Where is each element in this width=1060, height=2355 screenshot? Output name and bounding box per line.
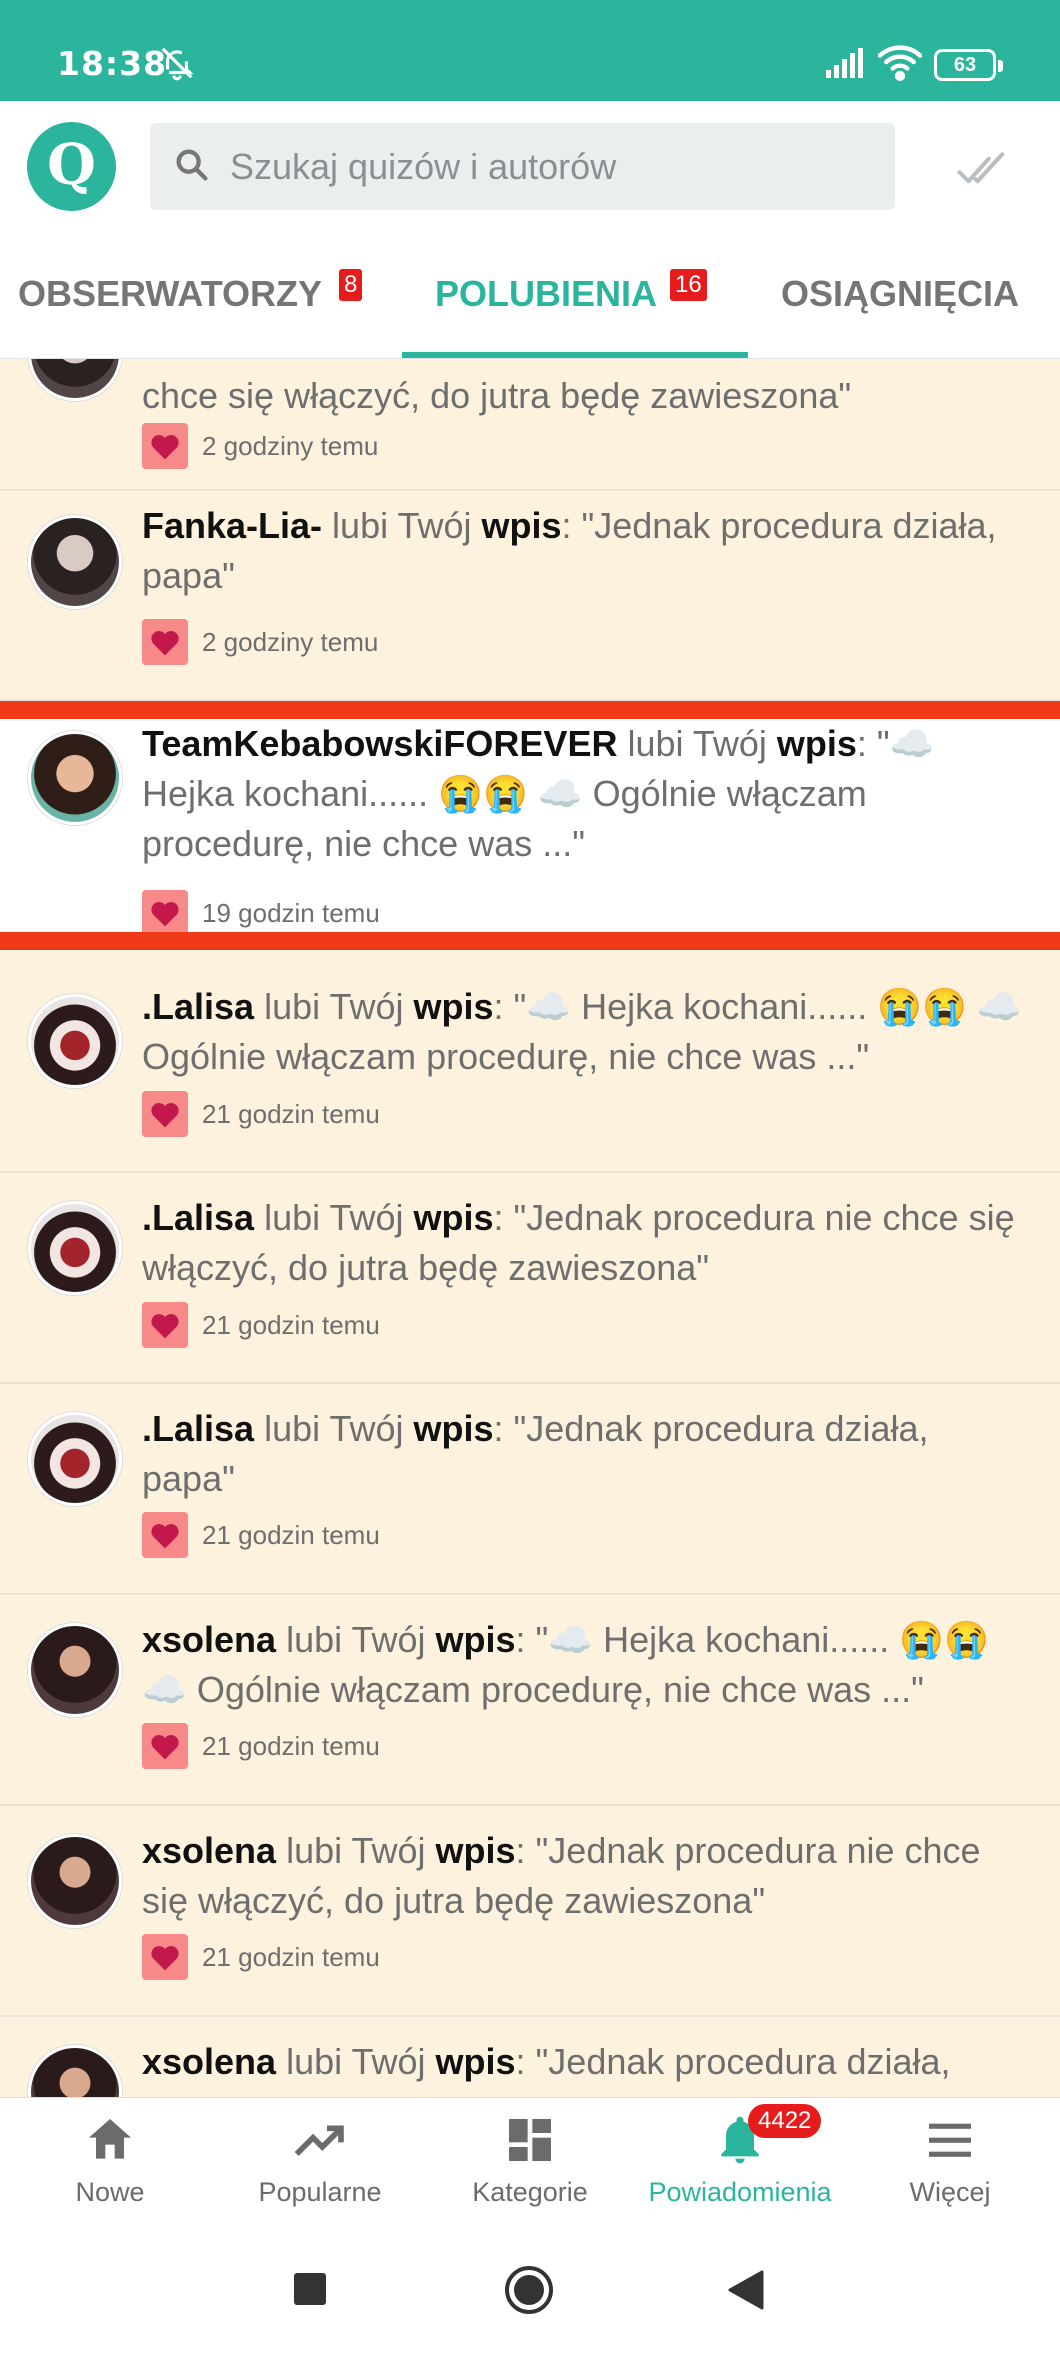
notification-text: .Lalisa lubi Twój wpis: "Jednak procedur… [142, 1197, 1015, 1288]
bell-muted-icon [161, 47, 194, 81]
list-item[interactable]: .Lalisa lubi Twój wpis: "Jednak procedur… [0, 1384, 1060, 1595]
avatar[interactable] [28, 515, 122, 609]
list-item[interactable]: xsolena lubi Twój wpis: "☁️ Hejka kochan… [0, 1595, 1060, 1806]
list-item[interactable]: .Lalisa lubi Twój wpis: "Jednak procedur… [0, 1173, 1060, 1384]
list-item[interactable]: xsolena lubi Twój wpis: "Jednak procedur… [0, 1806, 1060, 2017]
list-item[interactable]: Fanka-Lia- lubi Twój wpis: "Jednak proce… [0, 491, 1060, 701]
avatar[interactable] [28, 359, 122, 401]
nav-notifications[interactable]: 4422 Powiadomienia [635, 2098, 845, 2226]
notification-time: 21 godzin temu [202, 1520, 380, 1550]
nav-more[interactable]: Więcej [845, 2098, 1055, 2226]
heart-icon [142, 423, 188, 469]
list-item[interactable]: xsolena lubi Twój wpis: "Jednak procedur… [0, 2017, 1060, 2097]
notification-text: xsolena lubi Twój wpis: "Jednak procedur… [142, 2041, 951, 2082]
mark-all-read-icon[interactable] [955, 143, 1009, 197]
avatar[interactable] [28, 994, 122, 1088]
notification-list[interactable]: chce się włączyć, do jutra będę zawieszo… [0, 359, 1060, 2097]
notification-text: chce się włączyć, do jutra będę zawieszo… [142, 375, 852, 416]
home-icon [89, 2119, 131, 2159]
username: xsolena [142, 2041, 277, 2082]
heart-icon [142, 1723, 188, 1769]
svg-text:Q: Q [47, 132, 96, 198]
app-header: Q Szukaj quizów i autorów [0, 101, 1060, 241]
tab-badge: 16 [670, 269, 707, 301]
search-icon [176, 149, 208, 181]
username: Fanka-Lia- [142, 505, 323, 546]
notification-text: .Lalisa lubi Twój wpis: "Jednak procedur… [142, 1408, 929, 1499]
bottom-navigation: Nowe Popularne Kategorie 4422 Powiadomie… [0, 2097, 1060, 2225]
notification-time: 21 godzin temu [202, 1099, 380, 1129]
dashboard-icon [509, 2119, 551, 2161]
username: .Lalisa [142, 1197, 255, 1238]
notification-text: xsolena lubi Twój wpis: "Jednak procedur… [142, 1830, 981, 1921]
username: .Lalisa [142, 1408, 255, 1449]
logo-icon: Q [47, 132, 96, 198]
search-input[interactable]: Szukaj quizów i autorów [150, 123, 895, 210]
search-placeholder: Szukaj quizów i autorów [230, 146, 617, 187]
username: xsolena [142, 1830, 277, 1871]
username: TeamKebabowskiFOREVER [142, 723, 618, 764]
active-tab-indicator [402, 352, 748, 358]
notification-time: 21 godzin temu [202, 1942, 380, 1972]
avatar[interactable] [28, 2045, 122, 2097]
status-time: 18:38 [57, 44, 168, 83]
home-button-icon[interactable] [504, 2265, 554, 2315]
list-item[interactable]: .Lalisa lubi Twój wpis: "☁️ Hejka kochan… [0, 962, 1060, 1173]
back-button-icon[interactable] [726, 2270, 764, 2310]
system-navigation-bar [0, 2225, 1060, 2355]
heart-icon [142, 619, 188, 665]
heart-icon [142, 1934, 188, 1980]
highlight-marker [0, 701, 1060, 719]
notification-count-badge: 4422 [748, 2104, 822, 2138]
heart-icon [142, 1512, 188, 1558]
tab-badge: 8 [339, 269, 363, 301]
nav-new[interactable]: Nowe [5, 2098, 215, 2226]
notification-text: xsolena lubi Twój wpis: "☁️ Hejka kochan… [142, 1619, 989, 1710]
list-item[interactable]: chce się włączyć, do jutra będę zawieszo… [0, 359, 1060, 491]
nav-popular[interactable]: Popularne [215, 2098, 425, 2226]
notification-time: 2 godziny temu [202, 627, 379, 657]
recent-apps-icon[interactable] [292, 2271, 328, 2307]
username: xsolena [142, 1619, 277, 1660]
heart-icon [142, 1302, 188, 1348]
notification-time: 19 godzin temu [202, 898, 380, 928]
notification-text: TeamKebabowskiFOREVER lubi Twój wpis: "☁… [142, 723, 935, 864]
nav-categories[interactable]: Kategorie [425, 2098, 635, 2226]
notification-text: .Lalisa lubi Twój wpis: "☁️ Hejka kochan… [142, 986, 1022, 1077]
notification-time: 21 godzin temu [202, 1731, 380, 1761]
wifi-icon [878, 45, 922, 81]
notification-time: 21 godzin temu [202, 1310, 380, 1340]
heart-icon [142, 1091, 188, 1137]
avatar[interactable] [28, 1834, 122, 1928]
list-item[interactable]: TeamKebabowskiFOREVER lubi Twój wpis: "☁… [0, 719, 1060, 936]
signal-icon [826, 48, 863, 78]
battery-icon: 63 [934, 49, 1003, 81]
heart-icon [142, 890, 188, 936]
notification-text: Fanka-Lia- lubi Twój wpis: "Jednak proce… [142, 505, 997, 596]
username: .Lalisa [142, 986, 255, 1027]
avatar[interactable] [28, 731, 122, 825]
notification-time: 2 godziny temu [202, 431, 379, 461]
trending-icon [294, 2125, 344, 2156]
app-logo[interactable]: Q [27, 122, 116, 211]
highlight-marker [0, 932, 1060, 950]
avatar[interactable] [28, 1201, 122, 1295]
avatar[interactable] [28, 1623, 122, 1717]
notification-tabs: OBSERWATORZY 8 POLUBIENIA 16 OSIĄGNIĘCIA [0, 241, 1060, 359]
status-bar: 18:38 63 [0, 0, 1060, 101]
avatar[interactable] [28, 1412, 122, 1506]
menu-icon [929, 2123, 971, 2157]
